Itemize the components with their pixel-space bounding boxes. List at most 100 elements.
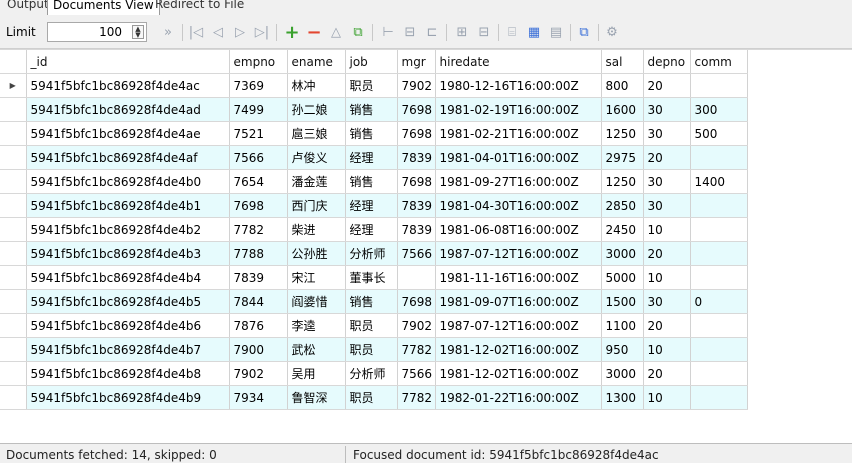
up-icon[interactable]: △ (328, 24, 344, 40)
column-header[interactable]: mgr (397, 50, 436, 74)
row-indicator[interactable]: ▶ (0, 73, 27, 98)
table-row[interactable]: 5941f5bfc1bc86928f4de4b1 7698 西门庆 经理 7839 198… (0, 193, 748, 218)
cell-id[interactable]: 5941f5bfc1bc86928f4de4b9 (26, 385, 230, 410)
cell-id[interactable]: 5941f5bfc1bc86928f4de4b8 (26, 361, 230, 386)
export-icon[interactable]: ⧉ (576, 24, 592, 40)
cell-mgr[interactable]: 7698 (397, 169, 436, 194)
cell-hiredate[interactable]: 1981-12-02T16:00:00Z (435, 361, 602, 386)
cell-empno[interactable]: 7654 (229, 169, 288, 194)
cell-hiredate[interactable]: 1982-01-22T16:00:00Z (435, 385, 602, 410)
cell-id[interactable]: 5941f5bfc1bc86928f4de4b3 (26, 241, 230, 266)
cell-empno[interactable]: 7902 (229, 361, 288, 386)
cell-hiredate[interactable]: 1981-11-16T16:00:00Z (435, 265, 602, 290)
cell-depno[interactable]: 20 (643, 73, 691, 98)
cell-job[interactable]: 分析师 (345, 241, 398, 266)
cell-mgr[interactable]: 7566 (397, 241, 436, 266)
cell-comm[interactable] (690, 265, 748, 290)
cell-id[interactable]: 5941f5bfc1bc86928f4de4af (26, 145, 230, 170)
cell-comm[interactable] (690, 193, 748, 218)
cell-id[interactable]: 5941f5bfc1bc86928f4de4b0 (26, 169, 230, 194)
limit-input[interactable] (50, 24, 122, 40)
cell-hiredate[interactable]: 1981-09-27T16:00:00Z (435, 169, 602, 194)
column-header[interactable]: empno (229, 50, 288, 74)
cell-empno[interactable]: 7900 (229, 337, 288, 362)
table-row[interactable]: 5941f5bfc1bc86928f4de4b7 7900 武松 职员 7782 1981… (0, 337, 748, 362)
add-icon[interactable]: + (284, 22, 300, 43)
row-indicator[interactable] (0, 97, 27, 122)
cell-ename[interactable]: 宋江 (287, 265, 346, 290)
table-row[interactable]: 5941f5bfc1bc86928f4de4b9 7934 鲁智深 职员 7782 198… (0, 385, 748, 410)
cell-job[interactable]: 销售 (345, 289, 398, 314)
cell-depno[interactable]: 20 (643, 145, 691, 170)
cell-mgr[interactable]: 7698 (397, 289, 436, 314)
cell-mgr[interactable]: 7698 (397, 121, 436, 146)
cell-depno[interactable]: 30 (643, 289, 691, 314)
row-indicator[interactable] (0, 361, 27, 386)
table-row[interactable]: 5941f5bfc1bc86928f4de4b6 7876 李逵 职员 7902 1987… (0, 313, 748, 338)
cell-hiredate[interactable]: 1981-12-02T16:00:00Z (435, 337, 602, 362)
cell-empno[interactable]: 7934 (229, 385, 288, 410)
cell-empno[interactable]: 7566 (229, 145, 288, 170)
cell-sal[interactable]: 3000 (601, 241, 644, 266)
collapse-icon[interactable]: ⊏ (424, 24, 440, 40)
cell-hiredate[interactable]: 1987-07-12T16:00:00Z (435, 241, 602, 266)
column-header[interactable]: job (345, 50, 398, 74)
cell-sal[interactable]: 1100 (601, 313, 644, 338)
next-record-icon[interactable]: ▷ (232, 24, 248, 40)
cell-comm[interactable] (690, 241, 748, 266)
cell-depno[interactable]: 10 (643, 385, 691, 410)
cell-id[interactable]: 5941f5bfc1bc86928f4de4ad (26, 97, 230, 122)
cell-mgr[interactable]: 7839 (397, 217, 436, 242)
cell-job[interactable]: 销售 (345, 121, 398, 146)
cell-depno[interactable]: 10 (643, 217, 691, 242)
row-indicator[interactable] (0, 169, 27, 194)
cell-job[interactable]: 经理 (345, 145, 398, 170)
cell-empno[interactable]: 7876 (229, 313, 288, 338)
row-indicator[interactable] (0, 241, 27, 266)
cell-job[interactable]: 董事长 (345, 265, 398, 290)
cell-job[interactable]: 销售 (345, 169, 398, 194)
tab-documents-view[interactable]: Documents View (47, 0, 160, 15)
cell-hiredate[interactable]: 1981-04-01T16:00:00Z (435, 145, 602, 170)
cell-mgr[interactable]: 7698 (397, 97, 436, 122)
cell-ename[interactable]: 鲁智深 (287, 385, 346, 410)
cell-hiredate[interactable]: 1981-02-21T16:00:00Z (435, 121, 602, 146)
cell-job[interactable]: 职员 (345, 313, 398, 338)
cell-depno[interactable]: 10 (643, 337, 691, 362)
row-indicator[interactable] (0, 145, 27, 170)
text-view-icon[interactable]: ⌸ (504, 24, 520, 40)
cell-comm[interactable] (690, 385, 748, 410)
cell-depno[interactable]: 30 (643, 193, 691, 218)
column-header[interactable]: ename (287, 50, 346, 74)
cell-sal[interactable]: 2850 (601, 193, 644, 218)
cell-job[interactable]: 职员 (345, 73, 398, 98)
limit-spin-buttons[interactable]: ▲ ▼ (132, 25, 144, 39)
cell-comm[interactable]: 300 (690, 97, 748, 122)
cell-depno[interactable]: 10 (643, 265, 691, 290)
cell-ename[interactable]: 阎婆惜 (287, 289, 346, 314)
cell-id[interactable]: 5941f5bfc1bc86928f4de4b7 (26, 337, 230, 362)
cell-mgr[interactable]: 7782 (397, 385, 436, 410)
cell-sal[interactable]: 1600 (601, 97, 644, 122)
grid2-icon[interactable]: ⊟ (476, 24, 492, 40)
column-header[interactable]: comm (690, 50, 748, 74)
cell-empno[interactable]: 7844 (229, 289, 288, 314)
first-record-icon[interactable]: |◁ (188, 24, 204, 40)
table-row[interactable]: 5941f5bfc1bc86928f4de4b5 7844 阎婆惜 销售 7698 198… (0, 289, 748, 314)
cell-comm[interactable]: 0 (690, 289, 748, 314)
table-row[interactable]: 5941f5bfc1bc86928f4de4b2 7782 柴进 经理 7839 1981… (0, 217, 748, 242)
cell-mgr[interactable]: 7782 (397, 337, 436, 362)
row-indicator[interactable] (0, 265, 27, 290)
row-indicator[interactable] (0, 121, 27, 146)
row-indicator[interactable] (0, 337, 27, 362)
cell-mgr[interactable]: 7902 (397, 73, 436, 98)
row-indicator[interactable] (0, 385, 27, 410)
cell-id[interactable]: 5941f5bfc1bc86928f4de4b1 (26, 193, 230, 218)
cell-sal[interactable]: 2975 (601, 145, 644, 170)
table-row[interactable]: 5941f5bfc1bc86928f4de4b3 7788 公孙胜 分析师 7566 19… (0, 241, 748, 266)
cell-empno[interactable]: 7369 (229, 73, 288, 98)
column-header[interactable]: sal (601, 50, 644, 74)
cell-mgr[interactable] (397, 265, 436, 290)
table-row[interactable]: 5941f5bfc1bc86928f4de4b8 7902 吴用 分析师 7566 198… (0, 361, 748, 386)
cell-job[interactable]: 经理 (345, 217, 398, 242)
